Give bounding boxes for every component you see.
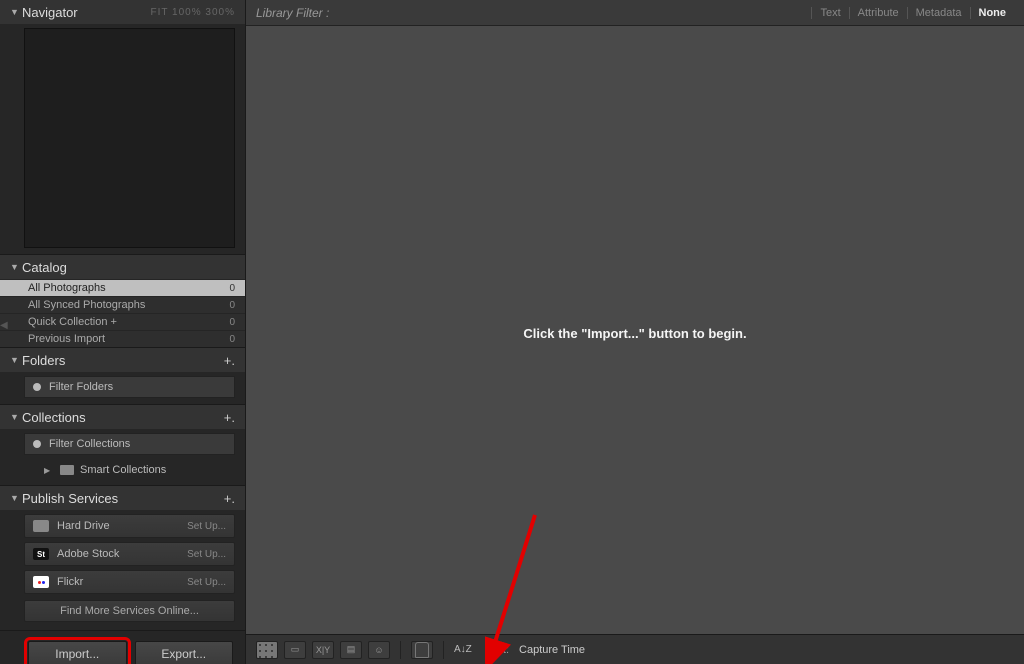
collections-panel: ▼ Collections +. Filter Collections ▶ Sm… <box>0 405 245 486</box>
publish-panel: ▼ Publish Services +. Hard Drive Set Up.… <box>0 486 245 631</box>
filter-none[interactable]: None <box>970 7 1015 19</box>
collections-body: Filter Collections ▶ Smart Collections <box>0 433 245 485</box>
filter-metadata[interactable]: Metadata <box>907 7 970 19</box>
loupe-view-icon[interactable]: ▭ <box>284 641 306 659</box>
disclosure-down-icon: ▼ <box>10 7 22 17</box>
find-more-services-button[interactable]: Find More Services Online... <box>24 600 235 622</box>
disclosure-down-icon: ▼ <box>10 412 22 422</box>
catalog-panel: ▼ Catalog All Photographs 0 All Synced P… <box>0 255 245 348</box>
add-collection-icon[interactable]: +. <box>224 410 235 425</box>
main-area: Library Filter : Text Attribute Metadata… <box>246 0 1024 664</box>
toolbar-divider <box>400 641 401 659</box>
hard-drive-icon <box>33 520 49 532</box>
app-root: ▼ Navigator FIT 100% 300% ▼ Catalog All … <box>0 0 1024 664</box>
survey-view-icon[interactable]: ▤ <box>340 641 362 659</box>
disclosure-down-icon: ▼ <box>10 493 22 503</box>
filter-folders-label: Filter Folders <box>49 381 113 393</box>
catalog-row-quick-collection[interactable]: Quick Collection + 0 <box>0 313 245 330</box>
smart-collections-label: Smart Collections <box>80 464 166 476</box>
folders-header[interactable]: ▼ Folders +. <box>0 348 245 372</box>
import-button[interactable]: Import... <box>28 641 127 664</box>
people-view-icon[interactable]: ☺ <box>368 641 390 659</box>
import-hint-text: Click the "Import..." button to begin. <box>523 326 746 341</box>
import-export-bar: Import... Export... <box>0 631 245 664</box>
publish-name: Hard Drive <box>57 520 187 532</box>
publish-setup-link[interactable]: Set Up... <box>187 577 226 588</box>
catalog-row-count: 0 <box>229 334 235 345</box>
catalog-row-count: 0 <box>229 317 235 328</box>
filter-text[interactable]: Text <box>811 7 848 19</box>
publish-setup-link[interactable]: Set Up... <box>187 549 226 560</box>
library-filter-bar: Library Filter : Text Attribute Metadata… <box>246 0 1024 26</box>
publish-row-flickr[interactable]: Flickr Set Up... <box>24 570 235 594</box>
painter-tool-icon[interactable] <box>411 641 433 659</box>
sort-direction-icon[interactable]: A↓Z <box>454 644 472 655</box>
navigator-zoom-levels[interactable]: FIT 100% 300% <box>150 7 235 18</box>
filter-collections-input[interactable]: Filter Collections <box>24 433 235 455</box>
grid-view-icon[interactable] <box>256 641 278 659</box>
toolbar-divider <box>443 641 444 659</box>
catalog-row-previous-import[interactable]: Previous Import 0 <box>0 330 245 347</box>
catalog-row-synced[interactable]: All Synced Photographs 0 <box>0 296 245 313</box>
catalog-list: All Photographs 0 All Synced Photographs… <box>0 279 245 347</box>
publish-body: Hard Drive Set Up... St Adobe Stock Set … <box>0 510 245 630</box>
compare-view-icon[interactable]: X|Y <box>312 641 334 659</box>
flickr-icon <box>33 576 49 588</box>
publish-setup-link[interactable]: Set Up... <box>187 521 226 532</box>
disclosure-down-icon: ▼ <box>10 262 22 272</box>
adobe-stock-icon: St <box>33 548 49 560</box>
disclosure-right-icon: ▶ <box>44 466 54 475</box>
publish-header[interactable]: ▼ Publish Services +. <box>0 486 245 510</box>
collections-title: Collections <box>22 410 224 425</box>
catalog-row-all-photographs[interactable]: All Photographs 0 <box>0 279 245 296</box>
panel-collapse-icon[interactable]: ◀ <box>0 320 10 334</box>
publish-name: Flickr <box>57 576 187 588</box>
collections-header[interactable]: ▼ Collections +. <box>0 405 245 429</box>
sort-value-dropdown[interactable]: Capture Time <box>519 644 585 656</box>
catalog-row-label: Previous Import <box>28 333 229 345</box>
catalog-row-label: Quick Collection + <box>28 316 229 328</box>
find-more-label: Find More Services Online... <box>60 605 199 617</box>
export-button[interactable]: Export... <box>135 641 234 664</box>
folder-icon <box>60 465 74 475</box>
publish-name: Adobe Stock <box>57 548 187 560</box>
bottom-toolbar: ▭ X|Y ▤ ☺ A↓Z Sort: Capture Time <box>246 634 1024 664</box>
publish-title: Publish Services <box>22 491 224 506</box>
filter-attribute[interactable]: Attribute <box>849 7 907 19</box>
catalog-row-count: 0 <box>229 300 235 311</box>
add-folder-icon[interactable]: +. <box>224 353 235 368</box>
folders-panel: ▼ Folders +. Filter Folders <box>0 348 245 405</box>
folders-title: Folders <box>22 353 224 368</box>
library-canvas: Click the "Import..." button to begin. <box>246 26 1024 634</box>
sort-label: Sort: <box>486 644 509 656</box>
catalog-header[interactable]: ▼ Catalog <box>0 255 245 279</box>
smart-collections-row[interactable]: ▶ Smart Collections <box>0 461 245 479</box>
publish-row-adobe-stock[interactable]: St Adobe Stock Set Up... <box>24 542 235 566</box>
catalog-row-label: All Photographs <box>28 282 229 294</box>
add-publish-icon[interactable]: +. <box>224 491 235 506</box>
export-button-label: Export... <box>161 647 206 661</box>
navigator-header[interactable]: ▼ Navigator FIT 100% 300% <box>0 0 245 24</box>
catalog-title: Catalog <box>22 260 235 275</box>
filter-folders-input[interactable]: Filter Folders <box>24 376 235 398</box>
publish-row-hard-drive[interactable]: Hard Drive Set Up... <box>24 514 235 538</box>
search-icon <box>33 440 41 448</box>
navigator-panel: ▼ Navigator FIT 100% 300% <box>0 0 245 255</box>
catalog-row-count: 0 <box>229 283 235 294</box>
import-button-label: Import... <box>55 647 99 661</box>
filter-collections-label: Filter Collections <box>49 438 130 450</box>
left-panel: ▼ Navigator FIT 100% 300% ▼ Catalog All … <box>0 0 246 664</box>
disclosure-down-icon: ▼ <box>10 355 22 365</box>
library-filter-label: Library Filter : <box>256 6 329 20</box>
navigator-preview <box>24 28 235 248</box>
search-icon <box>33 383 41 391</box>
catalog-row-label: All Synced Photographs <box>28 299 229 311</box>
navigator-title: Navigator <box>22 5 150 20</box>
